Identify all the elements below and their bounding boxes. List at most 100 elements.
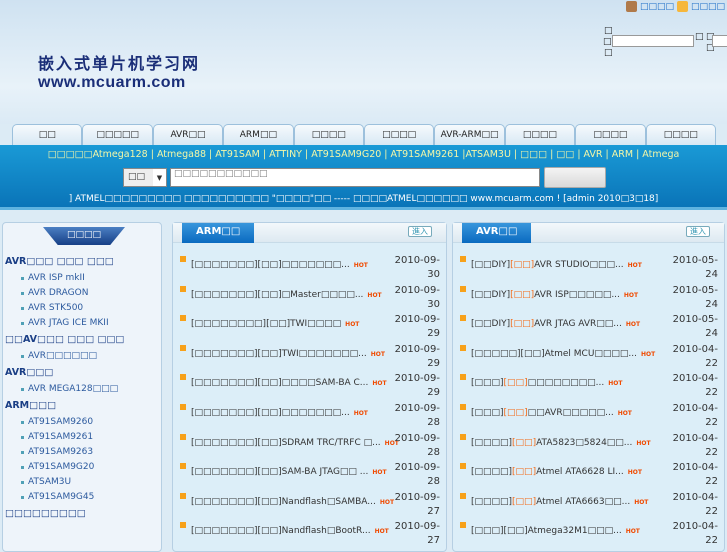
sidebar-item[interactable]: AVR DRAGON <box>5 286 159 301</box>
article-category[interactable]: [□□DIY] <box>471 260 510 270</box>
article-link[interactable]: [□□□][□□]□□AVR□□□□□... HOT <box>471 408 632 418</box>
article-title[interactable]: AVR STUDIO□□□... <box>534 260 623 270</box>
nav-tab[interactable]: □□□□ <box>504 124 576 145</box>
article-title[interactable]: AVR ISP□□□□□... <box>534 290 620 300</box>
article-link[interactable]: [□□□][□□]Atmega32M1□□□... HOT <box>471 526 640 536</box>
panel-title[interactable]: AVR□□ <box>462 223 532 243</box>
article-category[interactable]: [□□□□□□□] <box>191 260 258 270</box>
sidebar-item[interactable]: AVR□□□□□□ <box>5 349 159 364</box>
article-category[interactable]: [□□□□] <box>471 497 512 507</box>
article-title[interactable]: SDRAM TRC/TRFC □... <box>282 438 381 448</box>
article-title[interactable]: AVR JTAG AVR□□... <box>534 319 622 329</box>
sidebar-group[interactable]: AVR□□□ <box>5 364 159 382</box>
article-title[interactable]: TWI□□□□□□□... <box>282 349 367 359</box>
bookmark-link[interactable]: □□□□ <box>691 2 725 12</box>
article-title[interactable]: □□□□SAM-BA C... <box>282 378 369 388</box>
article-category[interactable]: [□□□□□□□] <box>191 290 258 300</box>
article-title[interactable]: □□AVR□□□□□... <box>528 408 614 418</box>
sidebar-item[interactable]: AT91SAM9261 <box>5 430 159 445</box>
nav-tab[interactable]: □□□□□ <box>82 124 153 145</box>
article-category[interactable]: [□□□□□□□] <box>191 349 258 359</box>
nav-tab[interactable]: □□□□ <box>575 124 646 145</box>
article-link[interactable]: [□□DIY][□□]AVR STUDIO□□□... HOT <box>471 260 642 270</box>
article-title[interactable]: Atmega32M1□□□... <box>528 526 622 536</box>
sidebar-item[interactable]: AVR JTAG ICE MKII <box>5 316 159 331</box>
hot-keywords[interactable]: □□□□□Atmega128 | Atmega88 | AT91SAM | AT… <box>0 149 727 160</box>
search-button[interactable] <box>544 167 606 188</box>
article-link[interactable]: [□□□□□□□][□□]TWI□□□□□□□... HOT <box>191 349 385 359</box>
article-link[interactable]: [□□□□][□□]Atmel ATA6628 LI... HOT <box>471 467 642 477</box>
article-title[interactable]: Nandflash□SAMBA... <box>282 497 376 507</box>
article-category[interactable]: [□□□] <box>471 526 504 536</box>
sidebar-group[interactable]: ARM□□□ <box>5 397 159 415</box>
article-link[interactable]: [□□□□□□□][□□]SDRAM TRC/TRFC □... HOT <box>191 438 399 448</box>
sidebar-item[interactable]: AT91SAM9G45 <box>5 490 159 505</box>
username-input[interactable] <box>612 35 694 47</box>
article-title[interactable]: TWI□□□□ <box>290 319 341 329</box>
sidebar-item[interactable]: ATSAM3U <box>5 475 159 490</box>
announcement-ticker[interactable]: ] ATMEL□□□□□□□□□ □□□□□□□□□□ "□□□□"□□ ---… <box>0 194 727 204</box>
set-homepage-link[interactable]: □□□□ <box>640 2 674 12</box>
site-logo[interactable]: 嵌入式单片机学习网 www.mcuarm.com <box>38 50 200 92</box>
article-category[interactable]: [□□DIY] <box>471 290 510 300</box>
article-category[interactable]: [□□□] <box>471 408 504 418</box>
sidebar-group[interactable]: □□AV□□□ □□□ □□□ <box>5 331 159 349</box>
sidebar-item[interactable]: AT91SAM9G20 <box>5 460 159 475</box>
article-link[interactable]: [□□□□□□□][□□]□□□□□□□... HOT <box>191 260 368 270</box>
article-link[interactable]: [□□□□□][□□]Atmel MCU□□□□... HOT <box>471 349 655 359</box>
search-scope-select[interactable]: □□ ▼ <box>123 168 167 187</box>
article-title[interactable]: □□□□□□□... <box>282 260 350 270</box>
nav-tab[interactable]: AVR□□ <box>152 124 224 145</box>
article-link[interactable]: [□□DIY][□□]AVR JTAG AVR□□... HOT <box>471 319 640 329</box>
article-link[interactable]: [□□□□][□□]Atmel ATA6663□□... HOT <box>471 497 648 507</box>
article-category[interactable]: [□□□] <box>471 378 504 388</box>
sidebar-group[interactable]: AVR□□□ □□□ □□□ <box>5 253 159 271</box>
article-link[interactable]: [□□□□□□□][□□]□□□□□□□... HOT <box>191 408 368 418</box>
article-link[interactable]: [□□□□□□□][□□]SAM-BA JTAG□□ ... HOT <box>191 467 387 477</box>
article-category[interactable]: [□□□□□] <box>471 349 521 359</box>
article-link[interactable]: [□□DIY][□□]AVR ISP□□□□□... HOT <box>471 290 638 300</box>
nav-tab[interactable]: ARM□□ <box>223 124 294 145</box>
article-link[interactable]: [□□□□□□□][□□]□Master□□□□... HOT <box>191 290 382 300</box>
article-title[interactable]: □□□□□□□□... <box>528 378 605 388</box>
sidebar-group[interactable]: □□□□□□□□□ <box>5 505 159 523</box>
nav-tab[interactable]: □□ <box>12 124 83 145</box>
article-title[interactable]: □Master□□□□... <box>282 290 364 300</box>
password-input[interactable] <box>712 35 727 47</box>
sidebar-item[interactable]: AT91SAM9260 <box>5 415 159 430</box>
article-category[interactable]: [□□□□□□□□] <box>191 319 266 329</box>
sidebar-item[interactable]: AVR STK500 <box>5 301 159 316</box>
article-category[interactable]: [□□DIY] <box>471 319 510 329</box>
article-category[interactable]: [□□□□□□□] <box>191 408 258 418</box>
article-category[interactable]: [□□□□□□□] <box>191 467 258 477</box>
article-category[interactable]: [□□□□□□□] <box>191 438 258 448</box>
nav-tab[interactable]: □□□□ <box>363 124 435 145</box>
nav-tab[interactable]: AVR-ARM□□ <box>434 124 505 145</box>
search-input[interactable]: □□□□□□□□□□□ <box>170 168 540 187</box>
article-link[interactable]: [□□□□□□□][□□]□□□□SAM-BA C... HOT <box>191 378 387 388</box>
sidebar-item[interactable]: AVR MEGA128□□□ <box>5 382 159 397</box>
article-link[interactable]: [□□□□□□□□][□□]TWI□□□□ HOT <box>191 319 359 329</box>
enter-button[interactable]: 進入 <box>686 226 710 237</box>
article-title[interactable]: Atmel ATA6628 LI... <box>536 467 624 477</box>
article-category[interactable]: [□□□□□□□] <box>191 378 258 388</box>
article-link[interactable]: [□□□][□□]□□□□□□□□... HOT <box>471 378 622 388</box>
enter-button[interactable]: 進入 <box>408 226 432 237</box>
article-title[interactable]: ATA5823□5824□□... <box>536 438 632 448</box>
article-title[interactable]: Atmel MCU□□□□... <box>545 349 637 359</box>
article-category[interactable]: [□□□□] <box>471 438 512 448</box>
article-title[interactable]: Atmel ATA6663□□... <box>536 497 630 507</box>
sidebar-item[interactable]: AT91SAM9263 <box>5 445 159 460</box>
nav-tab[interactable]: □□□□ <box>293 124 364 145</box>
article-link[interactable]: [□□□□][□□]ATA5823□5824□□... HOT <box>471 438 651 448</box>
article-category[interactable]: [□□□□] <box>471 467 512 477</box>
article-category[interactable]: [□□□□□□□] <box>191 497 258 507</box>
sidebar-item[interactable]: AVR ISP mkII <box>5 271 159 286</box>
article-link[interactable]: [□□□□□□□][□□]Nandflash□BootR... HOT <box>191 526 389 536</box>
panel-title[interactable]: ARM□□ <box>182 223 255 243</box>
article-category[interactable]: [□□□□□□□] <box>191 526 258 536</box>
article-title[interactable]: SAM-BA JTAG□□ ... <box>282 467 369 477</box>
article-title[interactable]: Nandflash□BootR... <box>282 526 371 536</box>
nav-tab[interactable]: □□□□ <box>645 124 716 145</box>
article-link[interactable]: [□□□□□□□][□□]Nandflash□SAMBA... HOT <box>191 497 394 507</box>
